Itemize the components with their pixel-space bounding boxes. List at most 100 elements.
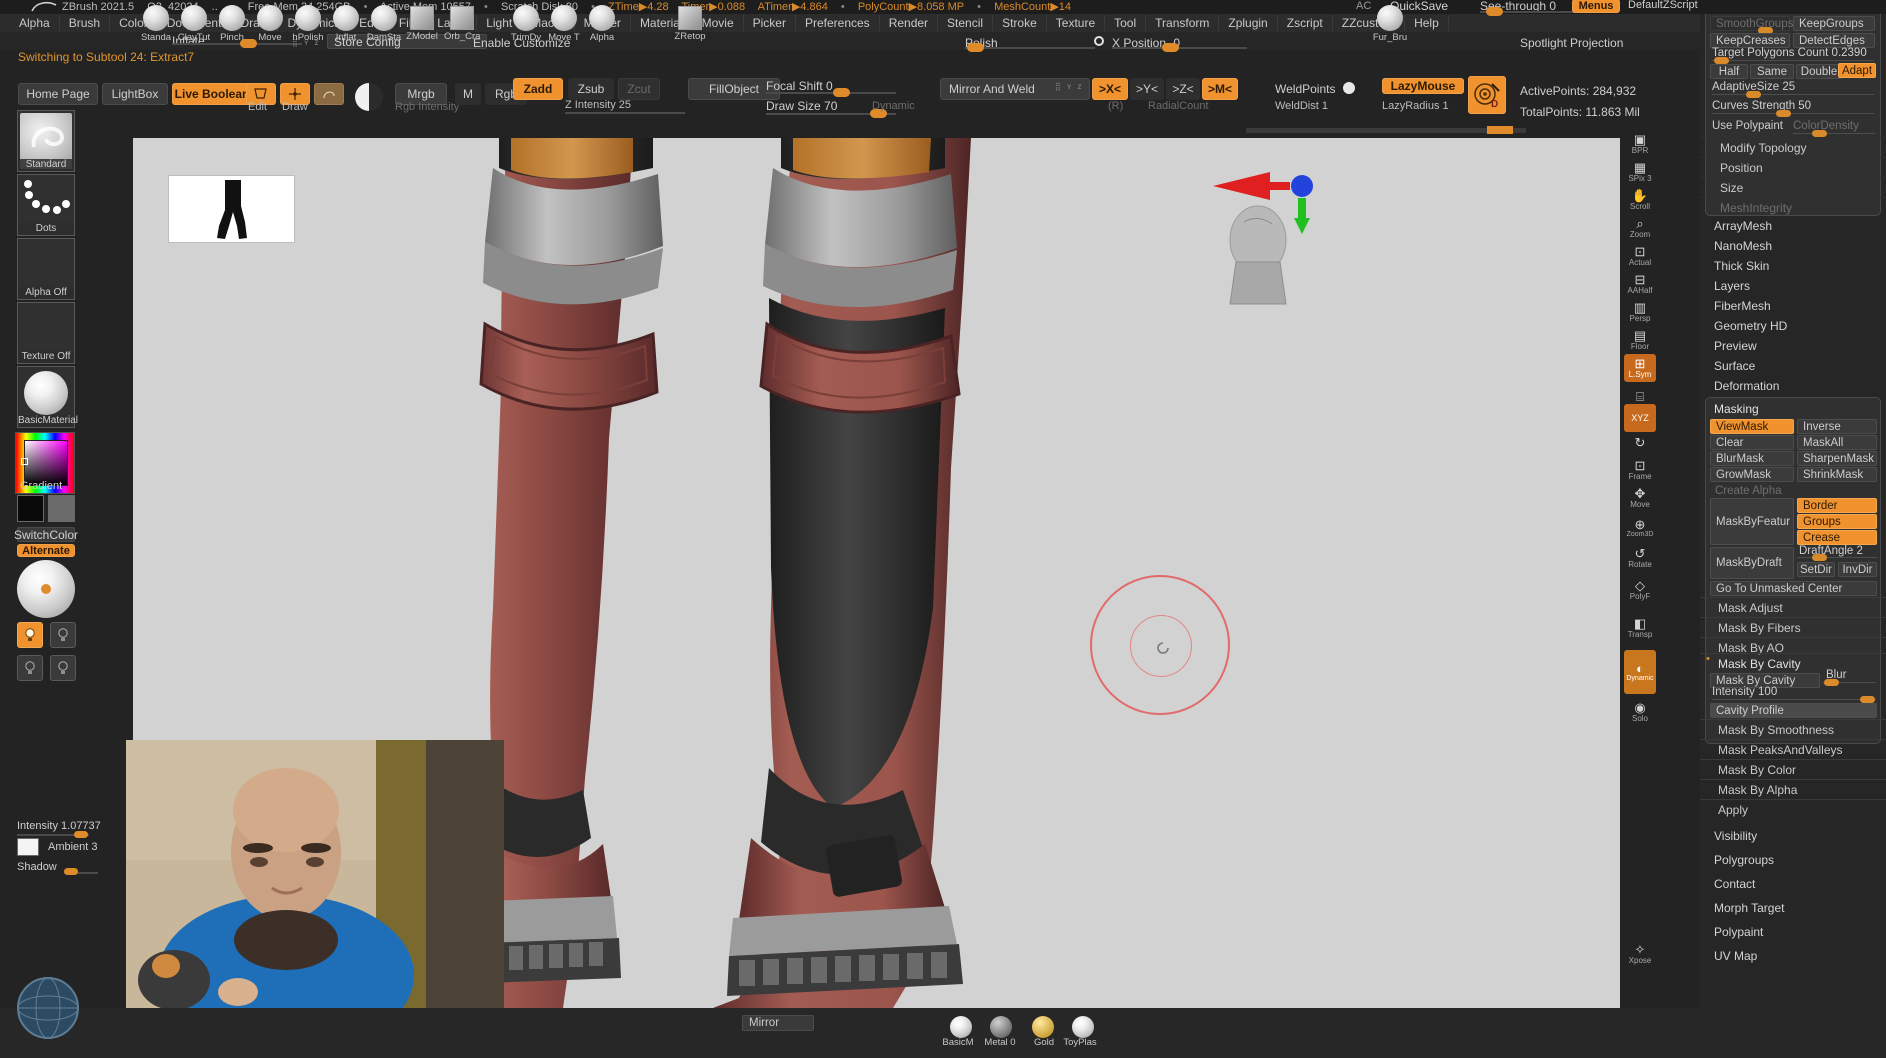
quickbrush-trimdynamic[interactable]: TrimDy (508, 5, 544, 43)
current-material-swatch[interactable]: BasicMaterial (17, 366, 78, 428)
mask-border-button[interactable]: Border (1797, 498, 1877, 513)
position-row[interactable]: Position (1700, 157, 1886, 177)
go-to-unmasked-center-button[interactable]: Go To Unmasked Center (1710, 581, 1877, 596)
adapt-button[interactable]: Adapt (1838, 63, 1876, 78)
same-button[interactable]: Same (1750, 64, 1794, 79)
shrink-mask-button[interactable]: ShrinkMask (1797, 467, 1877, 482)
mask-apply-row[interactable]: Apply (1700, 799, 1886, 819)
blur-mask-button[interactable]: BlurMask (1710, 451, 1794, 466)
mirror-axis-y-button[interactable]: >Y< (1130, 78, 1164, 100)
shadow-slider-label[interactable]: Shadow (17, 861, 57, 873)
quickmaterial-gold[interactable]: Gold (1026, 1036, 1062, 1048)
shadow-slider-knob[interactable] (64, 868, 78, 875)
mask-crease-button[interactable]: Crease (1797, 530, 1877, 545)
cavity-profile-button[interactable]: Cavity Profile (1710, 703, 1877, 718)
menu-item-stencil[interactable]: Stencil (938, 15, 994, 31)
menu-item-zplugin[interactable]: Zplugin (1219, 15, 1278, 31)
menu-item-zscript[interactable]: Zscript (1278, 15, 1333, 31)
curves-strength-label[interactable]: Curves Strength 50 (1712, 100, 1811, 112)
section-surface[interactable]: Surface (1714, 359, 1755, 373)
mask-by-alpha-row[interactable]: Mask By Alpha (1700, 779, 1886, 799)
draft-angle-label[interactable]: DraftAngle 2 (1799, 545, 1863, 557)
bottom-progress-knob[interactable] (1487, 126, 1513, 134)
mask-by-color-row[interactable]: Mask By Color (1700, 759, 1886, 779)
size-row[interactable]: Size (1700, 177, 1886, 197)
clear-mask-button[interactable]: Clear (1710, 435, 1794, 450)
focal-shift-slider-track[interactable] (766, 92, 896, 94)
quickmaterial-toyplastic[interactable]: ToyPlas (1062, 1036, 1098, 1048)
masking-title[interactable]: Masking (1714, 402, 1759, 416)
view-mask-button[interactable]: ViewMask (1710, 419, 1794, 434)
section-contact[interactable]: Contact (1714, 877, 1755, 891)
x-position-slider-knob[interactable] (1162, 43, 1179, 52)
z-intensity-slider-track[interactable] (565, 112, 685, 114)
menu-item-stroke[interactable]: Stroke (993, 15, 1047, 31)
quickbrush-standard[interactable]: Standa (138, 5, 174, 43)
menu-item-texture[interactable]: Texture (1047, 15, 1106, 31)
zadd-button[interactable]: Zadd (513, 78, 563, 100)
light-position-handle[interactable] (41, 584, 51, 594)
quickmaterial-metal-ball[interactable] (990, 1016, 1012, 1038)
quickbrush-move-topological[interactable]: Move T (546, 5, 582, 43)
quickbrush-zretopo[interactable]: ZRetop (672, 5, 708, 42)
menu-item-tool[interactable]: Tool (1105, 15, 1147, 31)
mask-by-cavity-section-row[interactable]: Mask By Cavity (1700, 653, 1886, 673)
persp-button[interactable]: ▥ Persp (1624, 298, 1656, 326)
lightbox-button[interactable]: LightBox (102, 83, 168, 105)
current-alpha-swatch[interactable]: Alpha Off (17, 238, 75, 300)
alternate-button[interactable]: Alternate (17, 544, 75, 557)
menu-item-picker[interactable]: Picker (744, 15, 796, 31)
inverse-button[interactable]: Inverse (1797, 419, 1877, 434)
weld-points-label[interactable]: WeldPoints (1275, 82, 1335, 96)
quickbrush-move[interactable]: Move (252, 5, 288, 43)
draw-size-label[interactable]: Draw Size 70 (766, 99, 837, 113)
dynamic-label[interactable]: Dynamic (872, 100, 915, 112)
keep-groups-button[interactable]: KeepGroups (1793, 16, 1875, 31)
quickbrush-damstandard[interactable]: DamSta (366, 5, 402, 43)
gradient-label[interactable]: Gradient (20, 480, 62, 492)
inflate-slider-track[interactable] (172, 43, 302, 45)
default-zscript-label[interactable]: DefaultZScript (1628, 0, 1698, 11)
secondary-color-swatch[interactable] (48, 495, 75, 522)
adaptive-size-slider-track[interactable] (1712, 94, 1874, 95)
use-polypaint-label[interactable]: Use Polypaint (1712, 120, 1783, 132)
polyframe-button[interactable]: ◇ PolyF (1624, 576, 1656, 604)
current-brush-swatch[interactable]: Standard (17, 110, 75, 172)
section-polypaint[interactable]: Polypaint (1714, 925, 1763, 939)
zcut-button[interactable]: Zcut (618, 78, 660, 100)
intensity-slider-knob[interactable] (74, 831, 88, 838)
zsub-button[interactable]: Zsub (568, 78, 614, 100)
target-polygons-count-label[interactable]: Target Polygons Count 0.2390 (1712, 47, 1867, 59)
mask-by-fibers-row[interactable]: Mask By Fibers (1700, 617, 1886, 637)
mirror-axis-x-button[interactable]: >X< (1092, 78, 1128, 100)
x-position-slider-track[interactable] (1112, 47, 1247, 49)
curves-strength-slider-track[interactable] (1712, 113, 1874, 114)
section-thick-skin[interactable]: Thick Skin (1714, 259, 1769, 273)
aahalf-button[interactable]: ⊟ AAHalf (1624, 270, 1656, 298)
half-button[interactable]: Half (1710, 64, 1748, 79)
frame-button[interactable]: ⊡ Frame (1624, 456, 1656, 484)
cavity-intensity-label[interactable]: Intensity 100 (1712, 686, 1777, 698)
section-polygroups[interactable]: Polygroups (1714, 853, 1774, 867)
weld-dist-label[interactable]: WeldDist 1 (1275, 100, 1328, 112)
section-morph-target[interactable]: Morph Target (1714, 901, 1784, 915)
grow-mask-button[interactable]: GrowMask (1710, 467, 1794, 482)
light-preview-ball[interactable] (17, 560, 75, 618)
lazy-radius-label[interactable]: LazyRadius 1 (1382, 100, 1449, 112)
z-intensity-label[interactable]: Z Intensity 25 (565, 99, 631, 111)
mask-by-smoothness-row[interactable]: Mask By Smoothness (1700, 719, 1886, 739)
quickbrush-orb-cracks[interactable]: Orb_Cra (444, 5, 480, 42)
rotate-reset-button[interactable]: ↻ (1624, 428, 1656, 456)
menu-item-render[interactable]: Render (880, 15, 939, 31)
radial-count-label[interactable]: RadialCount (1148, 100, 1209, 112)
mask-by-draft-button[interactable]: MaskByDraft (1710, 547, 1794, 579)
rotate-button[interactable]: ↺ Rotate (1624, 544, 1656, 572)
light-bulb-button-3[interactable] (17, 655, 43, 681)
solo-button[interactable]: ◉ Solo (1624, 698, 1656, 726)
menu-item-alpha[interactable]: Alpha (10, 15, 60, 31)
ambient-slider-label[interactable]: Ambient 3 (48, 841, 98, 853)
current-texture-swatch[interactable]: Texture Off (17, 302, 75, 364)
double-button[interactable]: Double (1796, 64, 1842, 79)
inv-dir-button[interactable]: InvDir (1838, 562, 1877, 577)
menu-item-brush[interactable]: Brush (60, 15, 111, 31)
